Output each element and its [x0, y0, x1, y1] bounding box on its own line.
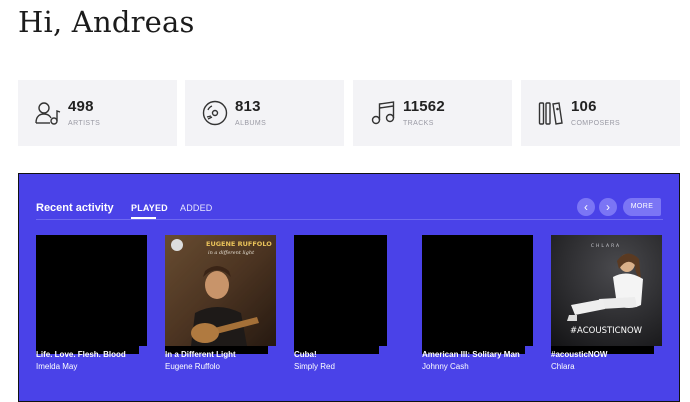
- album-artist[interactable]: Imelda May: [36, 362, 77, 371]
- album-artist[interactable]: Johnny Cash: [422, 362, 469, 371]
- album-cover: [294, 235, 387, 346]
- album-artist[interactable]: Simply Red: [294, 362, 335, 371]
- tracks-label: TRACKS: [403, 120, 434, 127]
- artist-icon: [35, 102, 61, 125]
- album-cover: CHLARA #ACOUSTICNOW: [551, 235, 662, 346]
- album-cover: EUGENE RUFFOLO in a different light: [165, 235, 276, 346]
- more-button[interactable]: MORE: [623, 198, 661, 216]
- albums-label: ALBUMS: [235, 120, 267, 127]
- stat-card-albums[interactable]: 813 ALBUMS: [185, 80, 344, 146]
- album-cover: [36, 235, 147, 346]
- stat-card-artists[interactable]: 498 ARTISTS: [18, 80, 177, 146]
- music-note-icon: [371, 101, 395, 125]
- divider: [36, 219, 663, 220]
- stats-row: 498 ARTISTS 813 ALBUMS 11562 TRACKS 106: [18, 80, 680, 146]
- album-disc-icon: [202, 100, 228, 126]
- stat-card-composers[interactable]: 106 COMPOSERS: [521, 80, 680, 146]
- album-artist[interactable]: Chlara: [551, 362, 575, 371]
- composers-label: COMPOSERS: [571, 120, 621, 127]
- album-title: Life. Love. Flesh. Blood: [36, 350, 126, 359]
- cover-text: EUGENE RUFFOLO: [206, 240, 272, 248]
- chevron-left-icon: ‹: [584, 200, 588, 214]
- album-artist[interactable]: Eugene Ruffolo: [165, 362, 220, 371]
- composers-count: 106: [571, 98, 597, 115]
- album-art-image: EUGENE RUFFOLO in a different light: [165, 235, 276, 346]
- page-title: Hi, Andreas: [18, 5, 195, 39]
- tab-played[interactable]: PLAYED: [131, 203, 168, 213]
- next-button[interactable]: ›: [599, 198, 617, 216]
- album-title: In a Different Light: [165, 350, 236, 359]
- album-title: American III: Solitary Man: [422, 350, 520, 359]
- stat-card-tracks[interactable]: 11562 TRACKS: [353, 80, 512, 146]
- album-art-image: CHLARA #ACOUSTICNOW: [551, 235, 662, 346]
- albums-count: 813: [235, 98, 261, 115]
- recent-activity-panel: Recent activity PLAYED ADDED ‹ › MORE Li…: [18, 173, 680, 402]
- artists-label: ARTISTS: [68, 120, 101, 127]
- recent-activity-title: Recent activity: [36, 202, 114, 214]
- album-cover: [422, 235, 533, 346]
- tracks-count: 11562: [403, 98, 445, 115]
- previous-button[interactable]: ‹: [577, 198, 595, 216]
- cover-subtext: in a different light: [208, 250, 255, 256]
- album-title: #acousticNOW: [551, 350, 608, 359]
- cover-subtext: #ACOUSTICNOW: [570, 326, 643, 336]
- cover-text: CHLARA: [591, 243, 621, 249]
- composer-icon: [538, 102, 563, 125]
- chevron-right-icon: ›: [606, 200, 610, 214]
- album-title: Cuba!: [294, 350, 317, 359]
- artists-count: 498: [68, 98, 94, 115]
- tab-added[interactable]: ADDED: [180, 203, 213, 213]
